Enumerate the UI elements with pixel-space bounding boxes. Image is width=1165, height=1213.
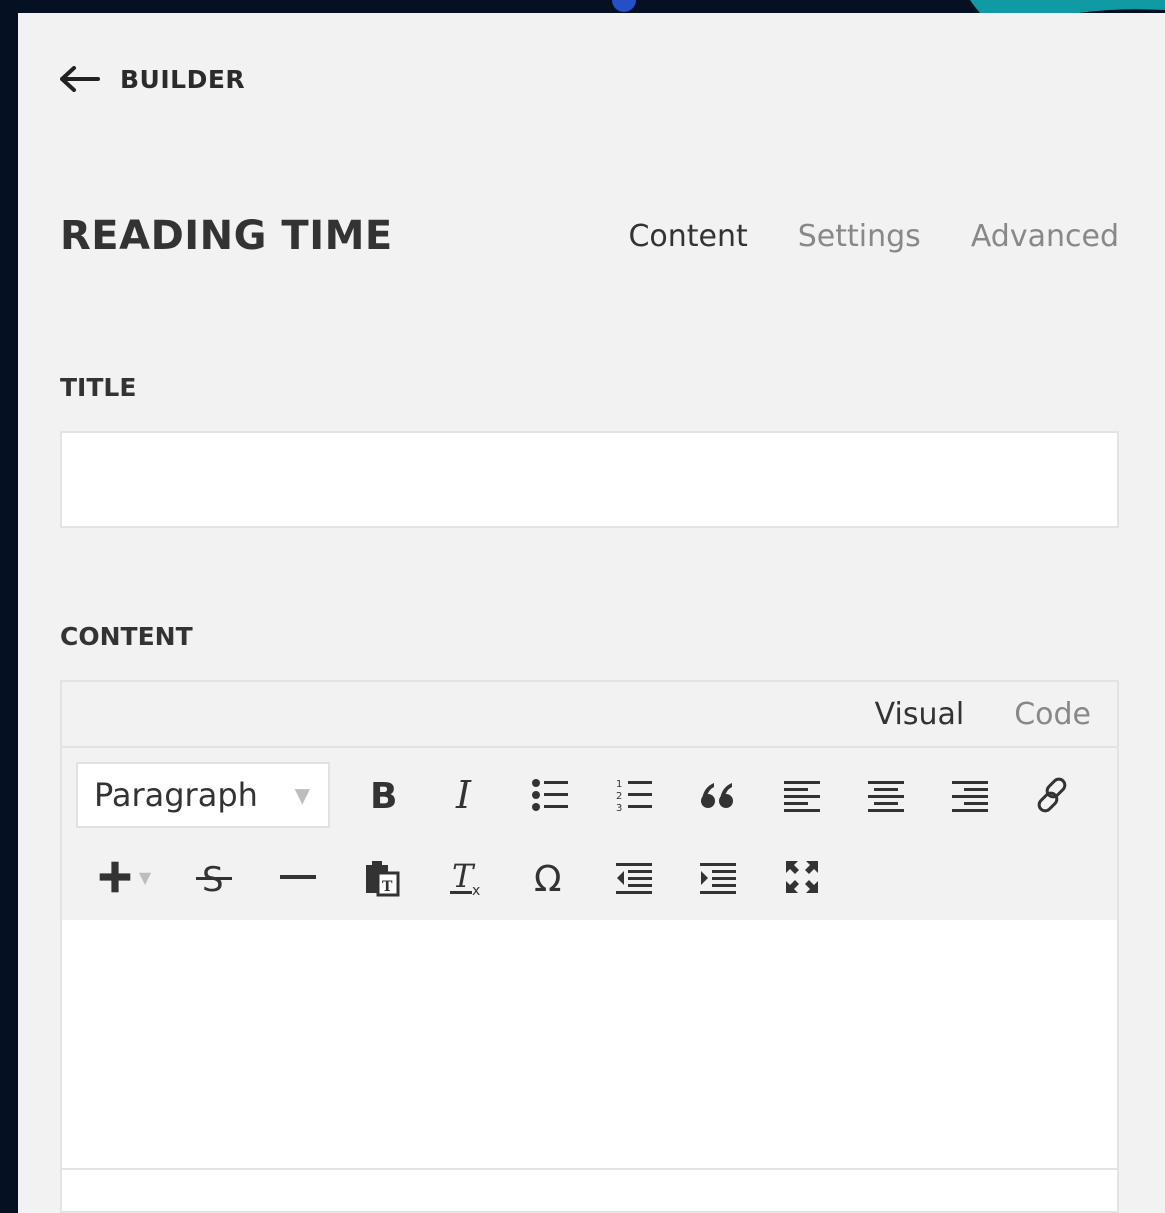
content-editor: Visual Code Paragraph ▼ B I 1 2 3 ▼ S T … bbox=[60, 680, 1119, 1213]
format-select[interactable]: Paragraph ▼ bbox=[76, 762, 330, 828]
italic-icon: I bbox=[455, 775, 472, 815]
bullet-list-icon bbox=[532, 779, 568, 811]
paste-text-icon: T bbox=[366, 861, 400, 897]
align-left-icon bbox=[784, 781, 820, 812]
tab-advanced[interactable]: Advanced bbox=[971, 219, 1119, 254]
special-character-button[interactable]: Ω bbox=[508, 844, 592, 910]
format-select-value: Paragraph bbox=[94, 776, 258, 814]
tab-settings[interactable]: Settings bbox=[798, 219, 921, 254]
numbered-list-button[interactable]: 1 2 3 bbox=[592, 762, 676, 828]
link-icon bbox=[1037, 777, 1067, 813]
svg-text:3: 3 bbox=[616, 803, 622, 814]
align-center-icon bbox=[868, 781, 904, 812]
chevron-down-icon: ▼ bbox=[138, 867, 152, 887]
back-label: BUILDER bbox=[120, 64, 246, 94]
indent-button[interactable] bbox=[676, 844, 760, 910]
bold-icon: B bbox=[370, 776, 397, 815]
bold-button[interactable]: B bbox=[340, 762, 424, 828]
editor-status-bar bbox=[62, 1168, 1117, 1211]
strikethrough-button[interactable]: S bbox=[172, 844, 256, 910]
outdent-button[interactable] bbox=[592, 844, 676, 910]
blockquote-button[interactable] bbox=[676, 762, 760, 828]
title-input[interactable] bbox=[60, 431, 1119, 528]
back-to-builder-link[interactable]: BUILDER bbox=[60, 62, 245, 96]
module-title: READING TIME bbox=[60, 213, 393, 259]
fullscreen-button[interactable] bbox=[760, 844, 844, 910]
bullet-list-button[interactable] bbox=[508, 762, 592, 828]
align-center-button[interactable] bbox=[844, 762, 928, 828]
align-left-button[interactable] bbox=[760, 762, 844, 828]
clear-formatting-button[interactable]: T x bbox=[424, 844, 508, 910]
svg-text:B: B bbox=[370, 776, 397, 815]
svg-text:Ω: Ω bbox=[534, 859, 562, 897]
insert-link-button[interactable] bbox=[1012, 762, 1096, 828]
tab-code[interactable]: Code bbox=[1014, 697, 1091, 732]
editor-content-area[interactable] bbox=[62, 920, 1117, 1168]
add-icon bbox=[99, 861, 131, 893]
editor-mode-tabs: Visual Code bbox=[62, 682, 1117, 748]
special-character-icon: Ω bbox=[534, 859, 562, 897]
indent-icon bbox=[700, 863, 736, 894]
insert-menu-button[interactable]: ▼ bbox=[76, 844, 172, 910]
title-field-label: TITLE bbox=[60, 373, 137, 402]
horizontal-rule-icon bbox=[280, 875, 316, 879]
svg-text:1: 1 bbox=[616, 779, 622, 790]
content-field-label: CONTENT bbox=[60, 622, 193, 651]
arrow-left-icon bbox=[60, 66, 100, 92]
chevron-down-icon: ▼ bbox=[294, 783, 310, 807]
svg-text:I: I bbox=[455, 775, 472, 815]
horizontal-rule-button[interactable] bbox=[256, 844, 340, 910]
blockquote-icon bbox=[701, 783, 733, 808]
outdent-icon bbox=[616, 863, 652, 894]
module-tabs: Content Settings Advanced bbox=[578, 219, 1119, 254]
numbered-list-icon: 1 2 3 bbox=[616, 779, 652, 814]
tab-content[interactable]: Content bbox=[628, 219, 747, 254]
tab-visual[interactable]: Visual bbox=[875, 697, 965, 732]
clear-formatting-icon: T x bbox=[450, 857, 480, 897]
svg-text:T: T bbox=[382, 879, 393, 895]
svg-text:x: x bbox=[472, 883, 480, 897]
fullscreen-icon bbox=[786, 861, 818, 893]
background-glow bbox=[612, 0, 636, 12]
svg-text:2: 2 bbox=[616, 791, 622, 802]
paste-text-button[interactable]: T bbox=[340, 844, 424, 910]
italic-button[interactable]: I bbox=[424, 762, 508, 828]
align-right-icon bbox=[952, 781, 988, 812]
strikethrough-icon: S bbox=[196, 860, 232, 897]
align-right-button[interactable] bbox=[928, 762, 1012, 828]
builder-panel: BUILDER READING TIME Content Settings Ad… bbox=[18, 13, 1165, 1213]
editor-toolbar: Paragraph ▼ B I 1 2 3 ▼ S T T x Ω bbox=[62, 748, 1117, 922]
